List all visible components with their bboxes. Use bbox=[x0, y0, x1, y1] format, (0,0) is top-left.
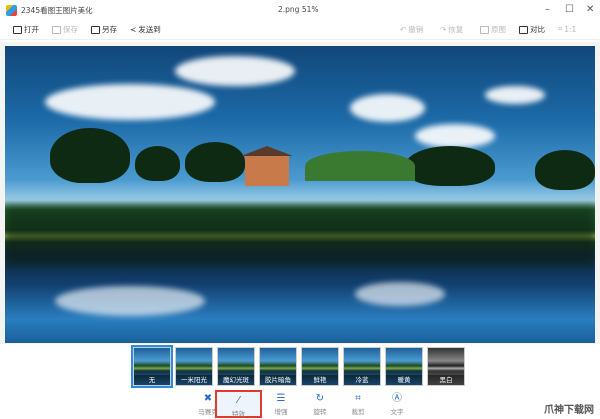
save-label: 保存 bbox=[63, 25, 78, 34]
file-title: 2.png 51% bbox=[278, 5, 319, 14]
effects-strip: 无一米阳光 魔幻光斑 胶片暗角 鲜艳 冷蓝 暖黄 黑白 bbox=[131, 345, 465, 388]
save-icon bbox=[52, 25, 61, 34]
open-label: 打开 bbox=[24, 25, 39, 34]
one-to-one-label: 1:1 bbox=[564, 24, 577, 34]
crop-label: 裁剪 bbox=[351, 408, 365, 416]
effect-thumbnail[interactable]: 鲜艳 bbox=[301, 347, 339, 386]
canvas-area bbox=[0, 42, 600, 344]
text-label: 文字 bbox=[390, 408, 404, 416]
watermark: 爪神下载网 bbox=[544, 405, 594, 416]
save-as-label: 另存 bbox=[102, 25, 117, 34]
photo-preview bbox=[5, 46, 595, 343]
compare-icon bbox=[519, 25, 528, 34]
undo-button[interactable]: ↶ 撤销 bbox=[400, 24, 423, 35]
one-to-one-button[interactable]: ⌗ 1:1 bbox=[558, 24, 576, 34]
open-button[interactable]: 打开 bbox=[13, 24, 39, 35]
sliders-icon: ☰ bbox=[276, 393, 286, 404]
share-icon: ≺ bbox=[130, 25, 137, 34]
crop-icon: ⌗ bbox=[355, 393, 361, 404]
save-button[interactable]: 保存 bbox=[52, 24, 78, 35]
text-tool[interactable]: Ⓐ 文字 bbox=[377, 390, 417, 418]
image-icon bbox=[480, 25, 489, 34]
close-button[interactable]: ✕ bbox=[586, 4, 594, 15]
effect-label: 黑白 bbox=[428, 375, 464, 385]
undo-icon: ↶ bbox=[400, 25, 407, 34]
app-title: 2345看图王图片美化 bbox=[21, 5, 93, 15]
effects-label: 特效 bbox=[232, 410, 245, 418]
edit-tools: ✖ 马赛克 ⁄ 特效 ☰ 增强 ↻ 旋转 ⌗ 裁剪 Ⓐ 文字 bbox=[0, 390, 600, 419]
effects-tool[interactable]: ⁄ 特效 bbox=[215, 390, 262, 418]
rotate-tool[interactable]: ↻ 旋转 bbox=[300, 390, 340, 418]
effect-thumbnail[interactable]: 无 bbox=[131, 345, 173, 388]
magic-wand-icon: ⁄ bbox=[237, 395, 240, 406]
rotate-icon: ↻ bbox=[315, 393, 325, 404]
maximize-button[interactable]: ☐ bbox=[565, 4, 574, 15]
redo-icon: ↷ bbox=[440, 25, 447, 34]
enhance-tool[interactable]: ☰ 增强 bbox=[261, 390, 301, 418]
effect-thumbnail[interactable]: 黑白 bbox=[427, 347, 465, 386]
original-label: 原图 bbox=[491, 25, 506, 34]
redo-label: 恢复 bbox=[448, 25, 464, 34]
rotate-label: 旋转 bbox=[313, 408, 327, 416]
enhance-label: 增强 bbox=[274, 408, 288, 416]
crop-tool[interactable]: ⌗ 裁剪 bbox=[338, 390, 378, 418]
send-to-button[interactable]: ≺ 发送到 bbox=[130, 24, 161, 35]
effect-label: 鲜艳 bbox=[302, 375, 338, 385]
title-bar: 2345看图王图片美化 2.png 51% – ☐ ✕ bbox=[0, 0, 600, 20]
effect-thumbnail[interactable]: 一米阳光 bbox=[175, 347, 213, 386]
toolbar: 打开 保存 另存 ≺ 发送到 ↶ 撤销 ↷ 恢复 原图 对比 ⌗ 1:1 bbox=[0, 20, 600, 40]
fit-icon: ⌗ bbox=[558, 24, 563, 33]
text-icon: Ⓐ bbox=[392, 393, 402, 404]
app-logo-icon bbox=[6, 4, 17, 16]
compare-button[interactable]: 对比 bbox=[519, 24, 545, 35]
house bbox=[241, 146, 293, 186]
save-as-button[interactable]: 另存 bbox=[91, 24, 117, 35]
effect-thumbnail[interactable]: 魔幻光斑 bbox=[217, 347, 255, 386]
folder-icon bbox=[13, 25, 22, 34]
effect-label: 胶片暗角 bbox=[260, 375, 296, 385]
undo-label: 撤销 bbox=[408, 25, 424, 34]
effect-thumbnail[interactable]: 暖黄 bbox=[385, 347, 423, 386]
save-as-icon bbox=[91, 25, 100, 34]
original-button[interactable]: 原图 bbox=[480, 24, 506, 35]
compare-label: 对比 bbox=[530, 25, 545, 34]
effect-label: 无 bbox=[134, 375, 170, 385]
redo-button[interactable]: ↷ 恢复 bbox=[440, 24, 463, 35]
minimize-button[interactable]: – bbox=[545, 4, 550, 15]
effect-thumbnail[interactable]: 冷蓝 bbox=[343, 347, 381, 386]
effect-label: 冷蓝 bbox=[344, 375, 380, 385]
effect-label: 魔幻光斑 bbox=[218, 375, 254, 385]
effect-label: 一米阳光 bbox=[176, 375, 212, 385]
send-to-label: 发送到 bbox=[138, 25, 161, 34]
effect-thumbnail[interactable]: 胶片暗角 bbox=[259, 347, 297, 386]
effect-label: 暖黄 bbox=[386, 375, 422, 385]
